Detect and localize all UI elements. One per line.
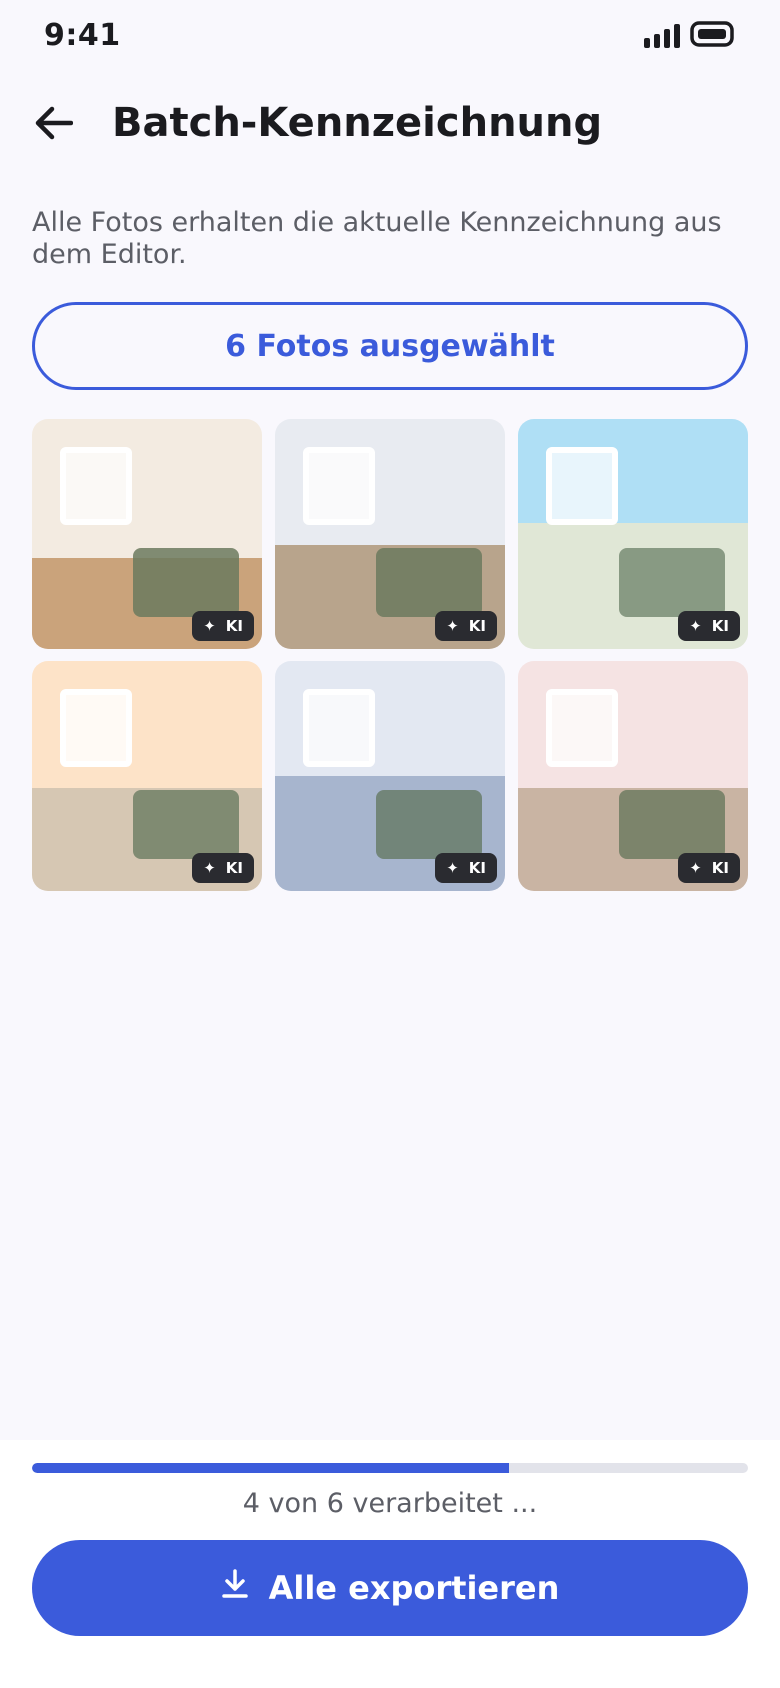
photo-window xyxy=(303,447,375,525)
photo-grid: ✦ KI ✦ KI ✦ KI ✦ KI ✦ KI ✦ KI xyxy=(32,419,748,891)
arrow-back-icon xyxy=(35,106,74,144)
ki-badge: ✦ KI xyxy=(678,853,740,883)
ki-badge: ✦ KI xyxy=(678,611,740,641)
page-title: Batch-Kennzeichnung xyxy=(112,100,603,146)
photo-sofa xyxy=(376,548,482,617)
export-all-label: Alle exportieren xyxy=(268,1569,560,1607)
sparkle-icon: ✦ xyxy=(446,859,459,877)
bottom-panel: 4 von 6 verarbeitet ... Alle exportieren xyxy=(0,1440,780,1688)
app-bar: Batch-Kennzeichnung xyxy=(0,80,780,170)
ki-badge-label: KI xyxy=(468,617,486,635)
photo-sofa xyxy=(619,548,725,617)
status-bar: 9:41 xyxy=(0,0,780,70)
sparkle-icon: ✦ xyxy=(689,617,702,635)
photo-sofa xyxy=(376,790,482,859)
sparkle-icon: ✦ xyxy=(446,617,459,635)
photo-sofa xyxy=(619,790,725,859)
photo-thumbnail[interactable]: ✦ KI xyxy=(518,661,748,891)
photo-thumbnail[interactable]: ✦ KI xyxy=(275,661,505,891)
back-button[interactable] xyxy=(26,97,82,153)
description-text: Alle Fotos erhalten die aktuelle Kennzei… xyxy=(32,207,722,270)
ki-badge-label: KI xyxy=(225,859,243,877)
download-icon xyxy=(221,1569,249,1607)
status-time: 9:41 xyxy=(44,18,121,53)
progress-label: 4 von 6 verarbeitet ... xyxy=(242,1488,538,1519)
photo-thumbnail[interactable]: ✦ KI xyxy=(275,419,505,649)
photo-thumbnail[interactable]: ✦ KI xyxy=(518,419,748,649)
ki-badge: ✦ KI xyxy=(435,611,497,641)
ki-badge-label: KI xyxy=(711,859,729,877)
photo-sofa xyxy=(133,548,239,617)
ki-badge: ✦ KI xyxy=(192,611,254,641)
selected-photos-button[interactable]: 6 Fotos ausgewählt xyxy=(32,302,748,390)
photo-window xyxy=(546,447,618,525)
photo-sofa xyxy=(133,790,239,859)
ki-badge-label: KI xyxy=(711,617,729,635)
photo-window xyxy=(546,689,618,767)
progress-fill xyxy=(32,1463,510,1473)
ki-badge: ✦ KI xyxy=(435,853,497,883)
ki-badge: ✦ KI xyxy=(192,853,254,883)
photo-window xyxy=(303,689,375,767)
signal-icon xyxy=(644,24,680,52)
battery-icon xyxy=(690,21,736,51)
sparkle-icon: ✦ xyxy=(689,859,702,877)
photo-thumbnail[interactable]: ✦ KI xyxy=(32,419,262,649)
photo-window xyxy=(60,689,132,767)
export-all-button[interactable]: Alle exportieren xyxy=(32,1540,748,1636)
photo-window xyxy=(60,447,132,525)
sparkle-icon: ✦ xyxy=(203,617,216,635)
progress-bar xyxy=(32,1463,748,1473)
photo-thumbnail[interactable]: ✦ KI xyxy=(32,661,262,891)
sparkle-icon: ✦ xyxy=(203,859,216,877)
ki-badge-label: KI xyxy=(225,617,243,635)
ki-badge-label: KI xyxy=(468,859,486,877)
